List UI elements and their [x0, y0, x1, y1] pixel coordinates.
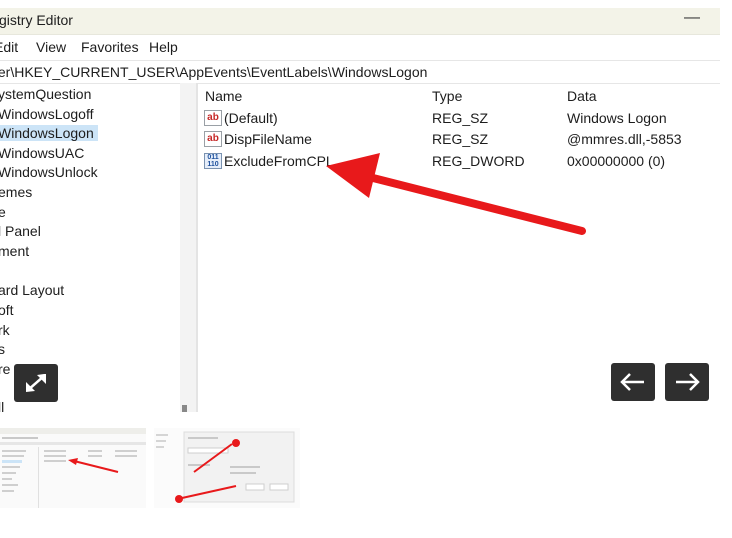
value-type: REG_SZ	[432, 131, 489, 147]
tree-item[interactable]: WindowsUnlock	[0, 164, 102, 180]
value-type: REG_SZ	[432, 110, 489, 126]
value-data: Windows Logon	[567, 110, 667, 126]
value-name: (Default)	[224, 110, 278, 126]
menu-favorites[interactable]: Favorites	[81, 39, 139, 55]
column-header-data[interactable]: Data	[567, 88, 597, 104]
tree-item[interactable]: ystemQuestion	[0, 86, 95, 102]
thumbnail-2-image	[154, 428, 300, 508]
tree-item[interactable]: emes	[0, 184, 36, 200]
prev-button[interactable]	[611, 363, 655, 401]
pane-splitter[interactable]	[196, 83, 198, 412]
tree-item-selected[interactable]: WindowsLogon	[0, 125, 98, 141]
value-data: 0x00000000 (0)	[567, 153, 666, 169]
address-path: ter\HKEY_CURRENT_USER\AppEvents\EventLab…	[0, 64, 428, 80]
tree-item[interactable]: oft	[0, 302, 18, 318]
scrollbar-thumb[interactable]	[182, 405, 187, 412]
value-data: @mmres.dll,-5853	[567, 131, 682, 147]
tree-item[interactable]: e	[0, 204, 10, 220]
menu-help[interactable]: Help	[149, 39, 178, 55]
column-header-name[interactable]: Name	[205, 88, 242, 104]
expand-icon	[26, 374, 46, 392]
tree-item[interactable]: ll	[0, 399, 8, 412]
tree-item[interactable]: ment	[0, 243, 33, 259]
value-name: ExcludeFromCPL	[224, 153, 334, 169]
menu-view[interactable]: View	[36, 39, 66, 55]
tree-item[interactable]: l Panel	[0, 223, 45, 239]
minimize-button[interactable]: —	[684, 9, 700, 27]
tree-item[interactable]: re	[0, 361, 14, 377]
string-value-icon: ab	[204, 131, 222, 147]
tree-item[interactable]: ard Layout	[0, 282, 68, 298]
tree-item[interactable]: WindowsUAC	[0, 145, 88, 161]
address-bar[interactable]: ter\HKEY_CURRENT_USER\AppEvents\EventLab…	[0, 60, 720, 84]
tree-scrollbar[interactable]	[180, 83, 196, 412]
menu-bar: Edit View Favorites Help	[0, 36, 720, 58]
tree-item[interactable]: s	[0, 341, 9, 357]
tree-item[interactable]: WindowsLogoff	[0, 106, 97, 122]
menu-edit[interactable]: Edit	[0, 39, 18, 55]
next-button[interactable]	[665, 363, 709, 401]
thumbnail-1[interactable]	[0, 428, 146, 508]
expand-button[interactable]	[14, 364, 58, 402]
title-bar: gistry Editor —	[0, 8, 720, 35]
tree-item[interactable]: rk	[0, 322, 14, 338]
value-type: REG_DWORD	[432, 153, 525, 169]
thumbnail-2[interactable]	[154, 428, 300, 508]
arrow-left-icon	[620, 373, 644, 391]
image-viewer: gistry Editor — Edit View Favorites Help…	[0, 0, 732, 412]
window-title: gistry Editor	[0, 12, 73, 28]
thumbnail-1-image	[0, 428, 146, 508]
key-tree: ystemQuestion WindowsLogoff WindowsLogon…	[0, 83, 178, 412]
value-name: DispFileName	[224, 131, 312, 147]
arrow-right-icon	[676, 373, 700, 391]
string-value-icon: ab	[204, 110, 222, 126]
binary-value-icon: 011 110	[204, 153, 222, 169]
column-header-type[interactable]: Type	[432, 88, 462, 104]
